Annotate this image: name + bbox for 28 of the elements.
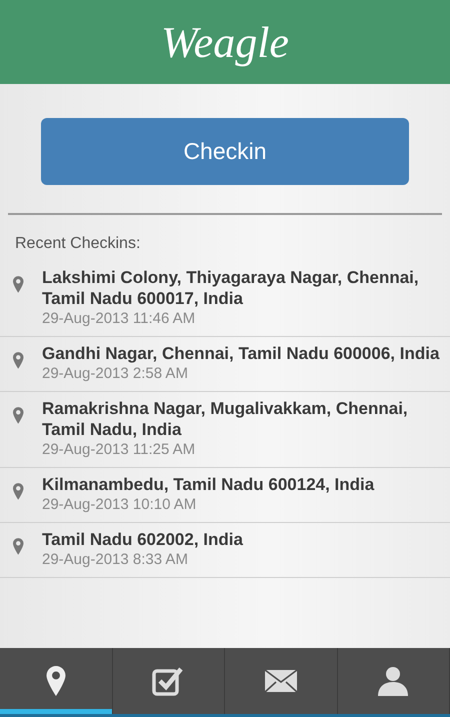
map-pin-icon <box>13 538 24 555</box>
person-icon <box>377 666 410 696</box>
checkin-button[interactable]: Checkin <box>41 118 409 185</box>
checkin-item[interactable]: Tamil Nadu 602002, India 29-Aug-2013 8:33 AM <box>0 523 450 578</box>
map-pin-icon <box>13 276 24 293</box>
app-logo: Weagle <box>161 16 289 68</box>
checkin-address: Ramakrishna Nagar, Mugalivakkam, Chennai, Tamil Nadu, India <box>42 398 409 440</box>
checkin-address: Tamil Nadu 602002, India <box>42 529 243 550</box>
checkin-time: 29-Aug-2013 2:58 AM <box>42 364 189 383</box>
map-pin-icon <box>46 666 66 696</box>
map-pin-icon <box>13 483 24 500</box>
checkin-address: Gandhi Nagar, Chennai, Tamil Nadu 600006, India <box>42 343 440 364</box>
checkin-time: 29-Aug-2013 11:25 AM <box>42 440 196 459</box>
checkin-item[interactable]: Gandhi Nagar, Chennai, Tamil Nadu 600006, India 29-Aug-2013 2:58 AM <box>0 337 450 392</box>
section-heading: Recent Checkins: <box>15 235 142 253</box>
map-pin-icon <box>13 352 24 369</box>
checkbox-icon <box>152 666 184 696</box>
envelope-icon <box>264 669 298 693</box>
checkin-time: 29-Aug-2013 10:10 AM <box>42 495 198 514</box>
tab[interactable] <box>0 648 112 714</box>
checkin-item[interactable]: Ramakrishna Nagar, Mugalivakkam, Chennai, Tamil Nadu, India 29-Aug-2013 11:25 AM <box>0 392 450 468</box>
checkin-address: Kilmanambedu, Tamil Nadu 600124, India <box>42 474 374 495</box>
checkin-time: 29-Aug-2013 8:33 AM <box>42 550 189 569</box>
map-pin-icon <box>13 407 24 424</box>
checkin-item[interactable]: Kilmanambedu, Tamil Nadu 600124, India 29-Aug-2013 10:10 AM <box>0 468 450 523</box>
checkin-item[interactable]: Lakshimi Colony, Thiyagaraya Nagar, Chennai, Tamil Nadu 600017, India 29-Aug-2013 11:46 AM <box>0 261 450 337</box>
checkin-time: 29-Aug-2013 11:46 AM <box>42 309 196 328</box>
checkin-address: Lakshimi Colony, Thiyagaraya Nagar, Chennai, Tamil Nadu 600017, India <box>42 267 420 309</box>
